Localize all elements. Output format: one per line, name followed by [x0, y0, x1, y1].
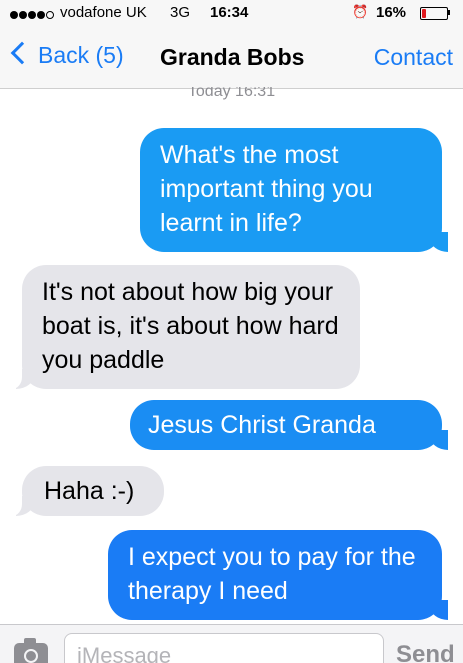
message-bubble-outgoing[interactable]: I expect you to pay for the therapy I ne…: [108, 530, 448, 620]
message-text: What's the most important thing you lear…: [160, 141, 373, 237]
message-bubble-outgoing[interactable]: What's the most important thing you lear…: [140, 128, 448, 252]
status-bar: vodafone UK 3G 16:34 ⏰ 16%: [0, 0, 463, 26]
message-bubble-incoming[interactable]: It's not about how big your boat is, it'…: [10, 265, 360, 389]
navigation-bar: Back (5) Granda Bobs Contact: [0, 26, 463, 89]
battery-icon: [420, 7, 448, 20]
message-text: Haha :-): [44, 477, 135, 505]
conversation-timestamp: Today 16:31: [0, 87, 463, 103]
contact-button[interactable]: Contact: [374, 44, 453, 71]
timestamp-text: Today 16:31: [187, 87, 276, 100]
signal-strength-icon: [10, 6, 55, 23]
bubble-tail: [10, 496, 34, 516]
back-button[interactable]: Back (5): [10, 41, 124, 69]
message-text: It's not about how big your boat is, it'…: [42, 278, 339, 374]
chevron-left-icon: [10, 41, 34, 65]
message-bubble-incoming[interactable]: Haha :-): [10, 466, 164, 516]
battery-tip: [448, 10, 450, 15]
camera-icon[interactable]: [14, 638, 48, 663]
send-button[interactable]: Send: [396, 641, 455, 663]
message-text: I expect you to pay for the therapy I ne…: [128, 543, 416, 605]
conversation-title: Granda Bobs: [160, 44, 305, 70]
bubble-tail: [10, 369, 34, 389]
bubble-tail: [430, 600, 448, 620]
back-button-label: Back (5): [38, 42, 124, 68]
network-type: 3G: [170, 4, 191, 21]
message-text: Jesus Christ Granda: [148, 411, 376, 439]
bubble-tail: [430, 232, 448, 252]
battery-percentage: 16%: [376, 4, 407, 21]
status-time: 16:34: [210, 4, 249, 21]
imessage-input[interactable]: [64, 633, 384, 663]
bubble-tail: [430, 430, 448, 450]
carrier-name: vodafone UK: [60, 4, 147, 21]
message-input-bar: Send: [0, 624, 463, 663]
alarm-clock-icon: ⏰: [352, 4, 369, 19]
message-bubble-outgoing[interactable]: Jesus Christ Granda: [130, 400, 448, 450]
